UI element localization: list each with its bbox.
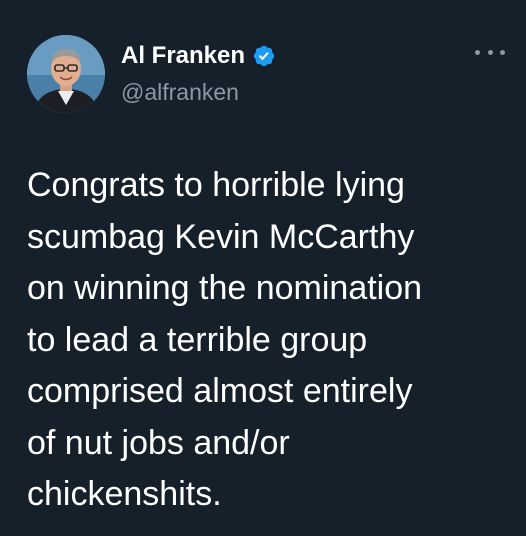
tweet-card: Al Franken @alfranken Congrats to horrib… xyxy=(0,0,526,536)
author-handle[interactable]: @alfranken xyxy=(121,79,239,106)
avatar[interactable] xyxy=(27,35,105,113)
verified-badge-icon xyxy=(252,44,276,68)
tweet-text-line: of nut jobs and/or xyxy=(27,423,290,462)
tweet-text-line: chickenshits. xyxy=(27,475,222,513)
more-dot xyxy=(487,49,493,55)
tweet-text: Congrats to horrible lying scumbag Kevin… xyxy=(27,160,517,521)
tweet-text-line: on winning the nomination xyxy=(27,269,423,307)
author-name-row[interactable]: Al Franken xyxy=(121,42,276,70)
tweet-text-line: scumbag Kevin McCarthy xyxy=(27,217,415,256)
more-dot xyxy=(475,49,480,55)
tweet-text-line: Congrats to horrible lying xyxy=(27,166,405,204)
tweet-text-line: to lead a terrible group xyxy=(27,320,368,359)
tweet-text-line: comprised almost entirely xyxy=(27,372,413,410)
avatar-image xyxy=(27,35,105,113)
more-dot xyxy=(500,49,505,55)
display-name[interactable]: Al Franken xyxy=(121,42,245,70)
more-options-icon[interactable] xyxy=(475,45,505,59)
